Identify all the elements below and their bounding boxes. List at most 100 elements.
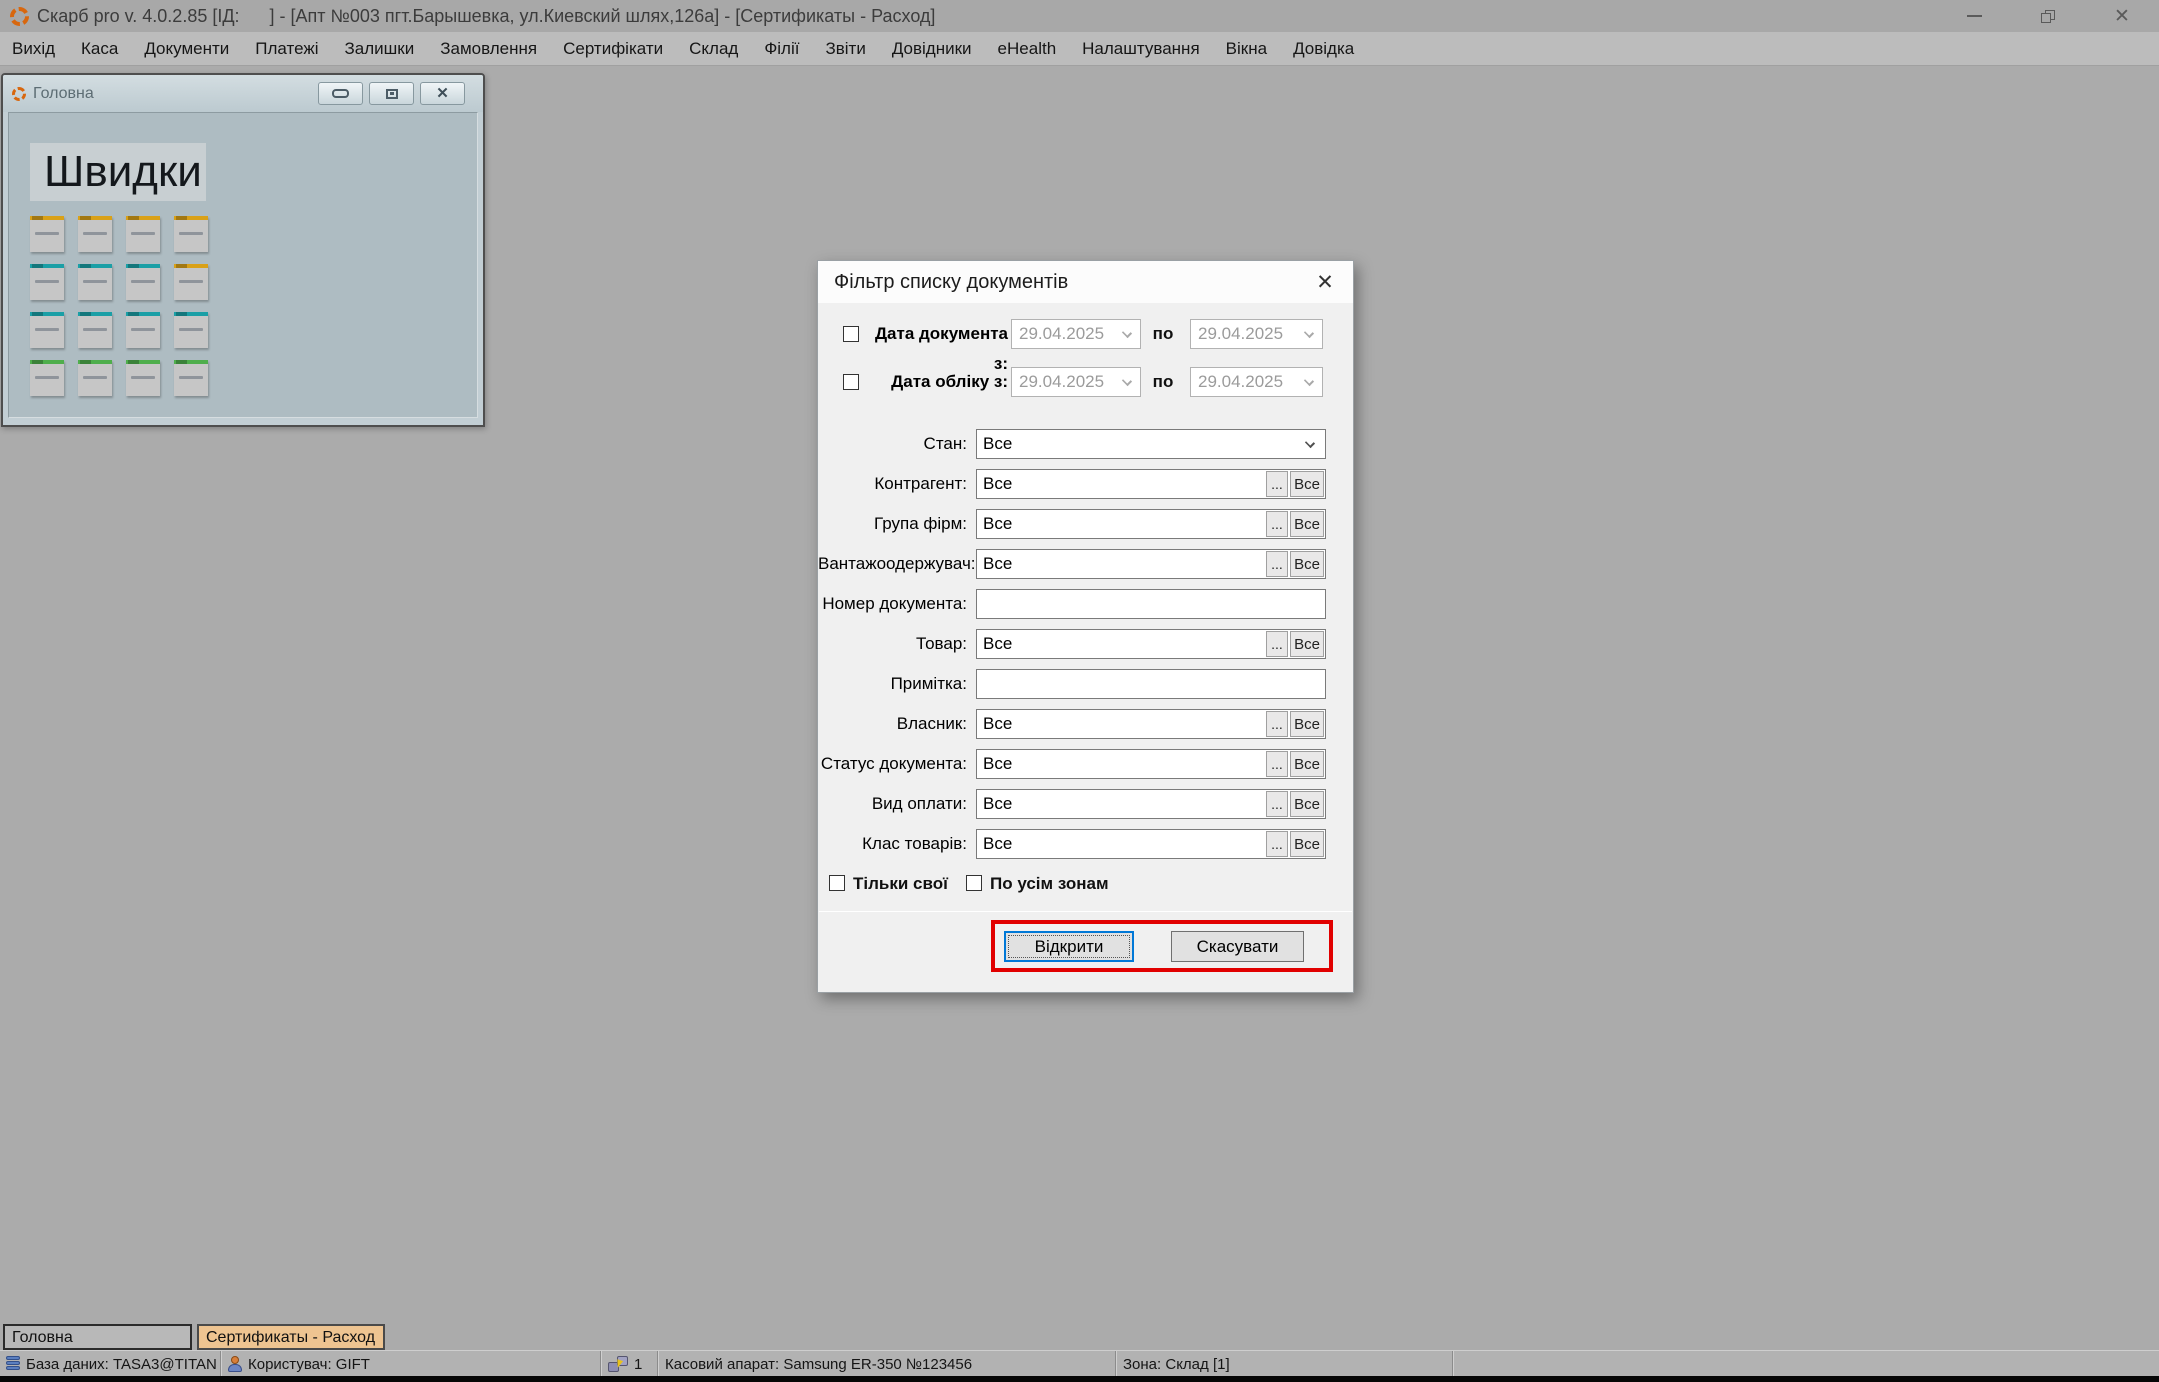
quick-tile[interactable] [78, 360, 112, 396]
document-status-all-button[interactable]: Все [1290, 751, 1324, 777]
close-button[interactable]: ✕ [2111, 5, 2133, 27]
goods-class-label: Клас товарів: [818, 829, 967, 859]
document-status-label: Статус документа: [818, 749, 967, 779]
firm-group-all-button[interactable]: Все [1290, 511, 1324, 537]
filter-dialog: Фільтр списку документів ✕ Дата документ… [817, 260, 1354, 993]
database-icon [6, 1356, 20, 1372]
payment-type-browse-button[interactable]: ... [1266, 791, 1288, 817]
menu-item-kasa[interactable]: Каса [71, 32, 128, 65]
firm-group-label: Група фірм: [818, 509, 967, 539]
payment-type-all-button[interactable]: Все [1290, 791, 1324, 817]
minimize-button[interactable] [1963, 5, 1985, 27]
home-restore-button[interactable] [369, 82, 414, 105]
home-window: Головна ✕ Швидки [1, 73, 485, 427]
state-label: Стан: [818, 429, 967, 459]
consignee-browse-button[interactable]: ... [1266, 551, 1288, 577]
menu-item-zvity[interactable]: Звіти [815, 32, 875, 65]
counterparty-label: Контрагент: [818, 469, 967, 499]
quick-tile[interactable] [174, 312, 208, 348]
quick-tile[interactable] [30, 264, 64, 300]
consignee-label: Вантажоодержувач: [818, 549, 967, 579]
menu-item-vikna[interactable]: Вікна [1216, 32, 1277, 65]
date-document-to-combo[interactable]: 29.04.2025 [1190, 319, 1323, 349]
counterparty-all-button[interactable]: Все [1290, 471, 1324, 497]
quick-tile[interactable] [30, 312, 64, 348]
quick-tile[interactable] [174, 216, 208, 252]
menu-item-dovidka[interactable]: Довідка [1283, 32, 1364, 65]
state-combo[interactable]: Все [976, 429, 1326, 459]
owner-browse-button[interactable]: ... [1266, 711, 1288, 737]
status-database: База даних: TASA3@TITAN [0, 1351, 221, 1377]
consignee-input[interactable]: Все [978, 551, 1264, 577]
payment-type-input[interactable]: Все [978, 791, 1264, 817]
tab-sertyfikaty-raskhod[interactable]: Сертификаты - Расход [197, 1324, 385, 1350]
quick-tile[interactable] [78, 216, 112, 252]
date-document-checkbox[interactable] [843, 326, 859, 342]
goods-label: Товар: [818, 629, 967, 659]
quick-tile[interactable] [30, 360, 64, 396]
counterparty-input[interactable]: Все [978, 471, 1264, 497]
document-status-browse-button[interactable]: ... [1266, 751, 1288, 777]
date-document-to-label: по [1148, 319, 1178, 349]
counterparty-browse-button[interactable]: ... [1266, 471, 1288, 497]
goods-class-browse-button[interactable]: ... [1266, 831, 1288, 857]
date-document-from-combo[interactable]: 29.04.2025 [1011, 319, 1141, 349]
cancel-button[interactable]: Скасувати [1171, 931, 1304, 962]
home-minimize-button[interactable] [318, 82, 363, 105]
only-own-label: Тільки свої [853, 873, 948, 895]
menu-item-sklad[interactable]: Склад [679, 32, 748, 65]
restore-button[interactable] [2037, 5, 2059, 27]
home-close-button[interactable]: ✕ [420, 82, 465, 105]
status-cash-register: Касовий апарат: Samsung ER-350 №123456 [659, 1351, 1116, 1377]
document-number-input[interactable] [976, 589, 1326, 619]
menu-item-filii[interactable]: Філії [754, 32, 809, 65]
quick-tile[interactable] [126, 264, 160, 300]
menu-item-nalashtuvannia[interactable]: Налаштування [1072, 32, 1210, 65]
goods-all-button[interactable]: Все [1290, 631, 1324, 657]
quick-tile[interactable] [30, 216, 64, 252]
app-title: Скарб pro v. 4.0.2.85 [ІД: ] - [Апт №003… [37, 6, 935, 27]
goods-input[interactable]: Все [978, 631, 1264, 657]
menu-item-platezhi[interactable]: Платежі [245, 32, 328, 65]
consignee-all-button[interactable]: Все [1290, 551, 1324, 577]
status-bar: База даних: TASA3@TITAN Користувач: GIFT… [0, 1350, 2159, 1376]
focus-rect [1008, 935, 1130, 958]
quick-tile[interactable] [174, 264, 208, 300]
menu-item-zalyshky[interactable]: Залишки [335, 32, 425, 65]
quick-tile[interactable] [78, 264, 112, 300]
tab-holovna[interactable]: Головна [3, 1324, 192, 1350]
all-zones-checkbox[interactable] [966, 875, 982, 891]
goods-class-all-button[interactable]: Все [1290, 831, 1324, 857]
menu-item-vykhid[interactable]: Вихід [2, 32, 65, 65]
date-accounting-to-combo[interactable]: 29.04.2025 [1190, 367, 1323, 397]
menu-item-ehealth[interactable]: eHealth [988, 32, 1067, 65]
firm-group-input[interactable]: Все [978, 511, 1264, 537]
menu-item-dokumenty[interactable]: Документи [134, 32, 239, 65]
menu-item-sertyfikaty[interactable]: Сертифікати [553, 32, 673, 65]
document-status-input[interactable]: Все [978, 751, 1264, 777]
quick-tile[interactable] [174, 360, 208, 396]
menu-item-dovidnyky[interactable]: Довідники [882, 32, 982, 65]
chevron-down-icon [1122, 328, 1132, 338]
goods-browse-button[interactable]: ... [1266, 631, 1288, 657]
cash-register-icon [608, 1356, 628, 1372]
owner-all-button[interactable]: Все [1290, 711, 1324, 737]
goods-class-input[interactable]: Все [978, 831, 1264, 857]
status-zone: Зона: Склад [1] [1117, 1351, 1453, 1377]
owner-input[interactable]: Все [978, 711, 1264, 737]
quick-tile[interactable] [126, 216, 160, 252]
firm-group-browse-button[interactable]: ... [1266, 511, 1288, 537]
dialog-title: Фільтр списку документів [834, 271, 1068, 294]
owner-label: Власник: [818, 709, 967, 739]
dialog-close-button[interactable]: ✕ [1311, 269, 1339, 295]
menu-item-zamovlennia[interactable]: Замовлення [430, 32, 547, 65]
open-button[interactable]: Відкрити [1004, 931, 1134, 962]
date-accounting-checkbox[interactable] [843, 374, 859, 390]
document-number-label: Номер документа: [818, 589, 967, 619]
note-input[interactable] [976, 669, 1326, 699]
date-accounting-from-combo[interactable]: 29.04.2025 [1011, 367, 1141, 397]
quick-tile[interactable] [126, 312, 160, 348]
only-own-checkbox[interactable] [829, 875, 845, 891]
quick-tile[interactable] [126, 360, 160, 396]
quick-tile[interactable] [78, 312, 112, 348]
